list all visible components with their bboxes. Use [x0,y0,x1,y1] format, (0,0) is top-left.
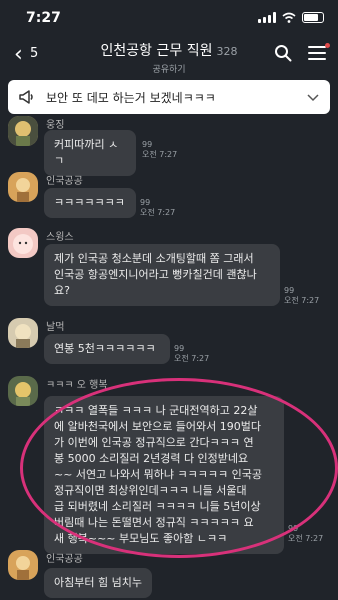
status-icons [258,12,324,23]
message-bubble[interactable]: ㅋㅋㅋㅋㅋㅋㅋ [44,188,136,218]
share-label[interactable]: 공유하기 [0,62,338,75]
battery-icon [302,12,324,23]
sender-name: 스윙스 [46,232,74,243]
chat-header: ‹ 5 인천공항 근무 직원 328 공유하기 [0,36,338,76]
sender-name: ㅋㅋㅋ 오 행복 [46,380,108,391]
member-count: 328 [216,45,238,58]
message-time: 오전 7:27 [284,296,320,305]
message-bubble[interactable]: 제가 인국공 청소분데 소개팅할때 쫌 그래서 인국공 항공엔지니어라고 뻥카칠… [44,244,280,306]
message-meta: 99 오전 7:27 [142,140,177,160]
avatar[interactable] [8,376,38,406]
sender-name: 웅징 [46,120,65,131]
notice-banner[interactable]: 보안 또 데모 하는거 보겠네ㅋㅋㅋ [8,80,330,114]
avatar[interactable] [8,550,38,580]
signal-icon [258,12,276,23]
message-bubble[interactable]: 아침부터 힘 넘치누 [44,568,152,598]
chat-title: 인천공항 근무 직원 [100,43,213,59]
unread-count: 99 [284,286,295,295]
avatar[interactable] [8,172,38,202]
notice-text: 보안 또 데모 하는거 보겠네ㅋㅋㅋ [46,91,216,105]
message-time: 오전 7:27 [140,208,176,217]
message-bubble[interactable]: ㅋㅋㅋ 열폭들 ㅋㅋㅋ 나 군대전역하고 22살 에 알바천국에서 보안으로 들… [44,396,284,554]
message-bubble[interactable]: 커피따까리 ㅅㄱ [44,130,136,176]
avatar[interactable] [8,318,38,348]
message-meta: 99 오전 7:27 [140,198,175,218]
message-time: 오전 7:27 [288,534,324,543]
message-time: 오전 7:27 [174,354,210,363]
unread-count: 99 [142,140,153,149]
unread-count: 99 [140,198,151,207]
message-time: 오전 7:27 [142,150,178,159]
unread-count: 99 [288,524,299,533]
megaphone-icon [19,90,33,104]
status-time: 7:27 [26,10,61,26]
new-indicator-dot [325,43,330,48]
avatar[interactable] [8,116,38,146]
search-icon[interactable] [274,44,292,62]
wifi-icon [282,12,296,23]
unread-count: 99 [174,344,185,353]
message-meta: 99 오전 7:27 [284,286,319,306]
sender-name: 날먹 [46,322,65,333]
message-bubble[interactable]: 연봉 5천ㅋㅋㅋㅋㅋㅋ [44,334,170,364]
status-bar: 7:27 [0,0,338,36]
menu-icon[interactable] [308,43,330,60]
sender-name: 인국공공 [46,176,83,187]
chevron-down-icon[interactable] [306,90,320,104]
sender-name: 인국공공 [46,554,83,565]
avatar[interactable] [8,228,38,258]
message-meta: 99 오전 7:27 [288,524,323,544]
message-meta: 99 오전 7:27 [174,344,209,364]
